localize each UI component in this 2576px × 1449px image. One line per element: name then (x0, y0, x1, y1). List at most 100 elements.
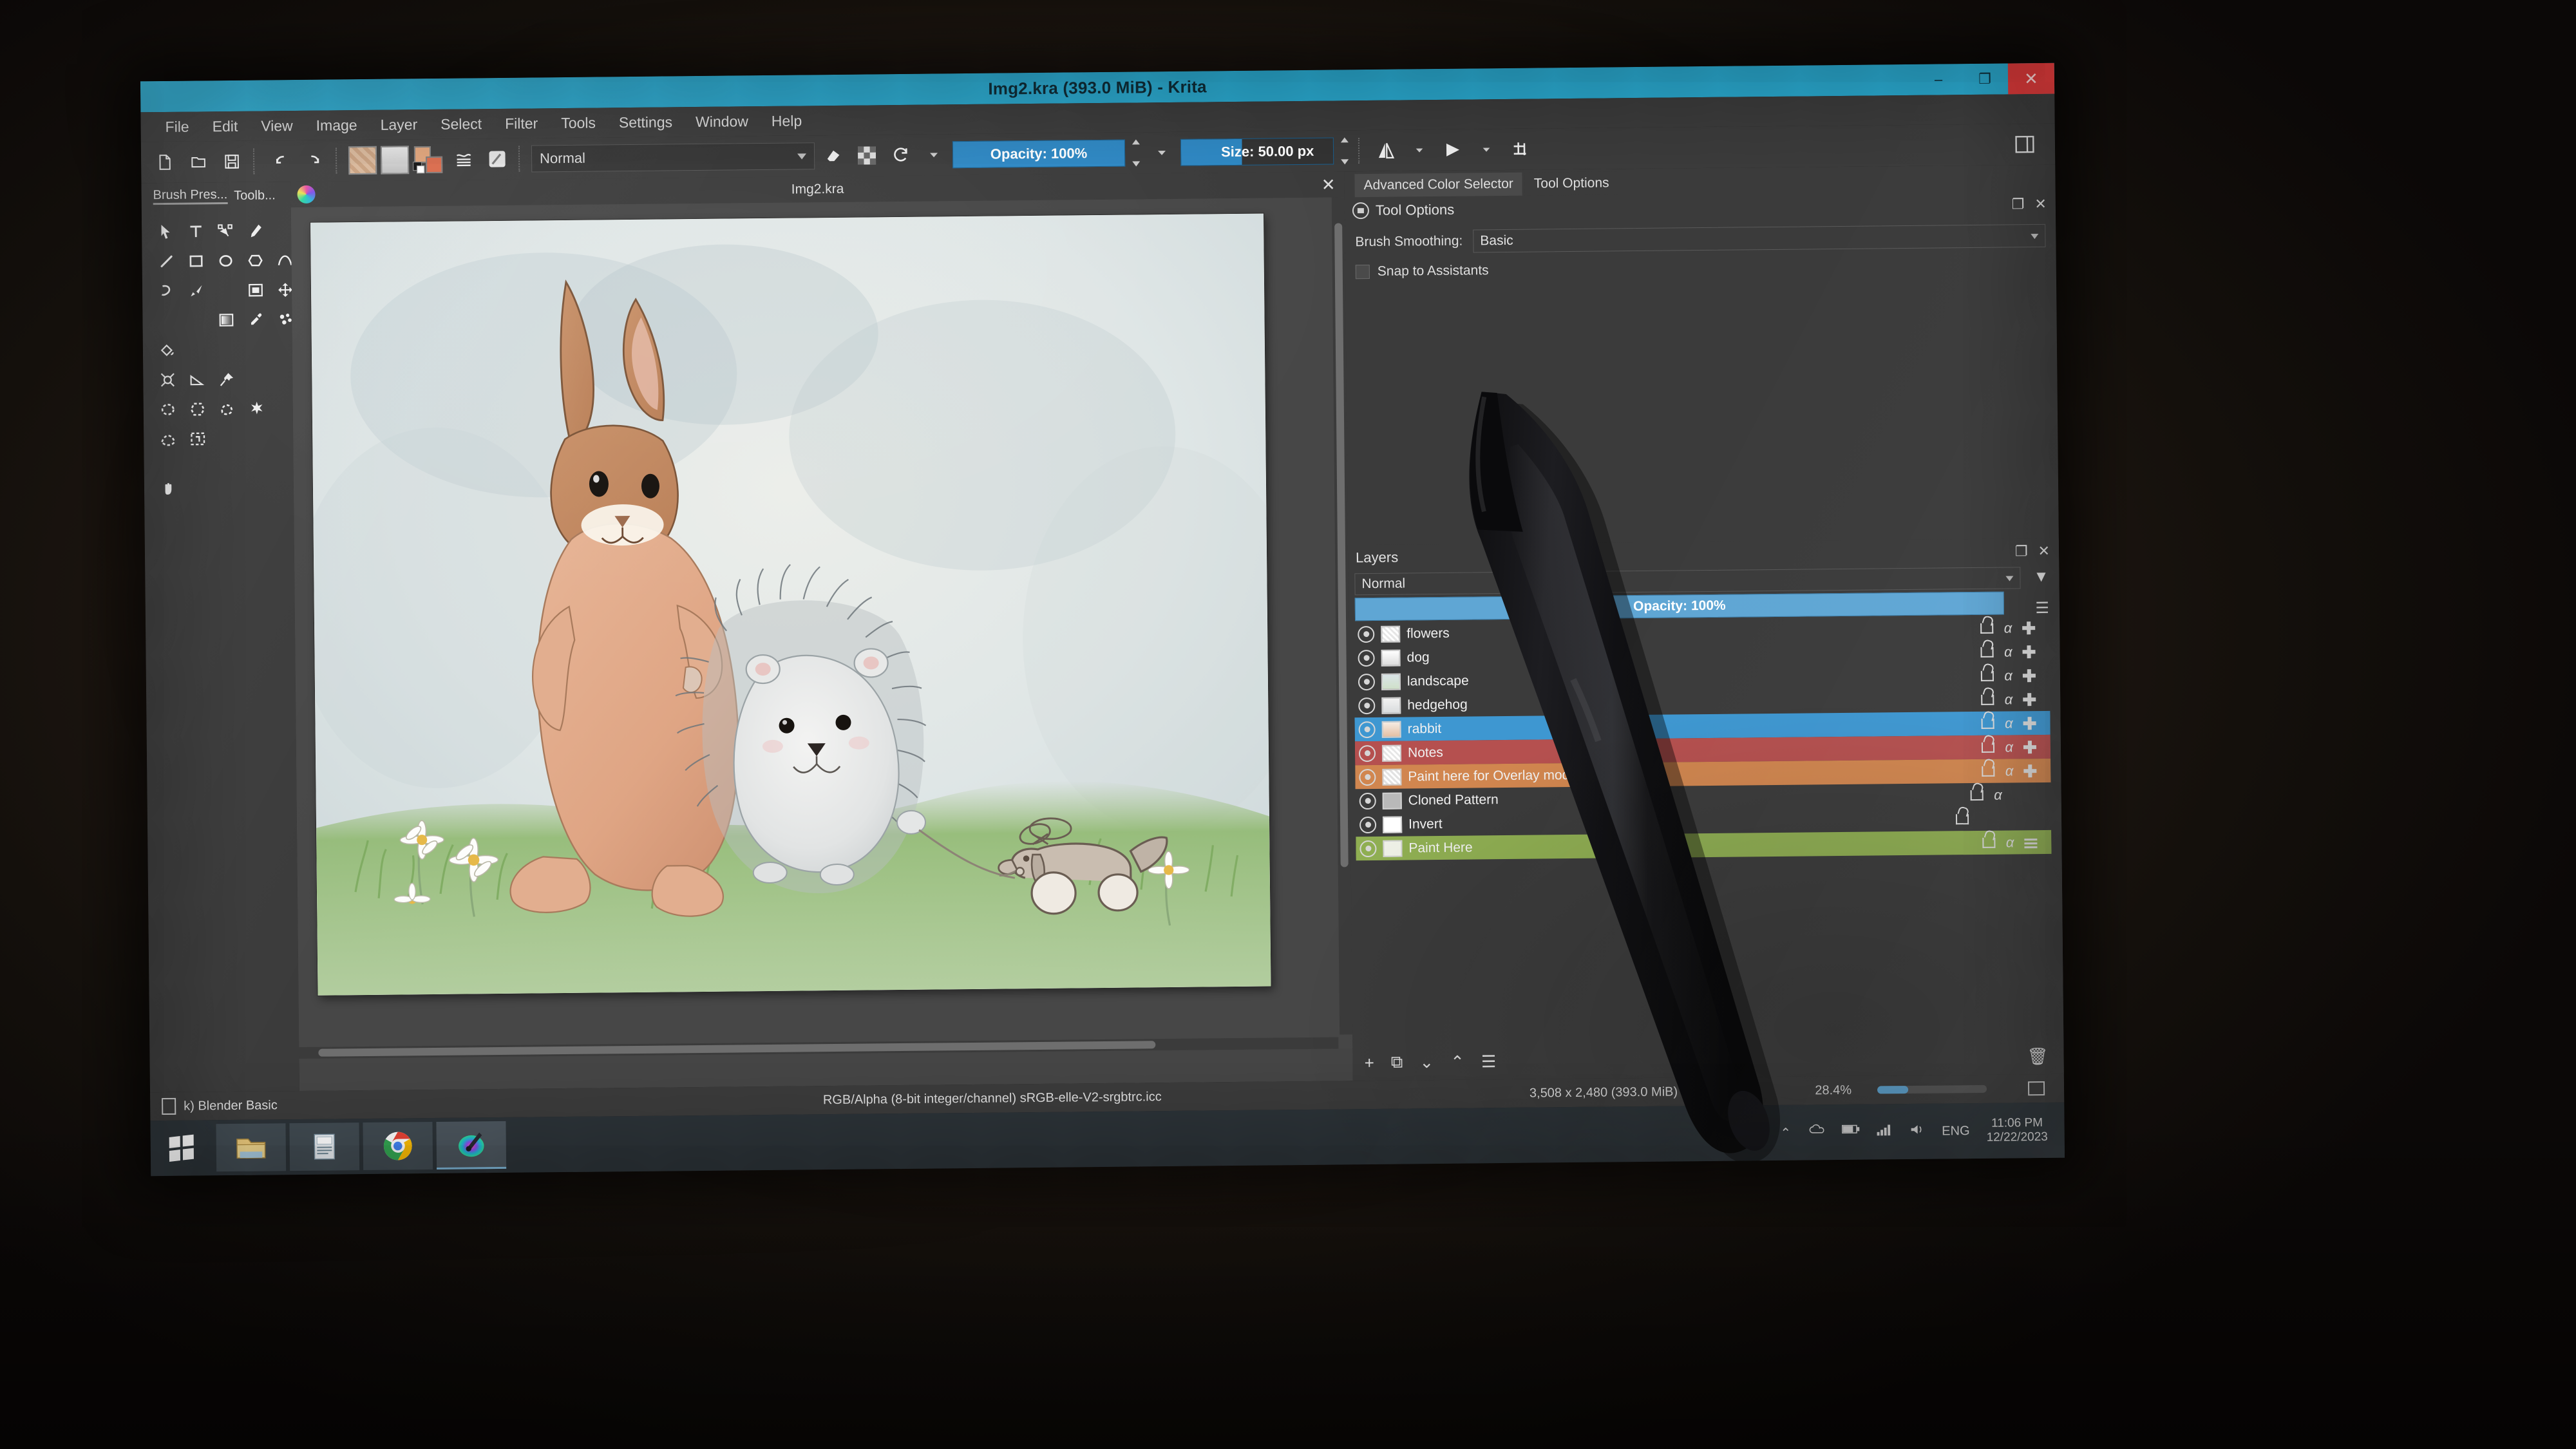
tab-toolbox[interactable]: Toolb... (234, 188, 276, 204)
alpha-lock-icon[interactable]: α (2005, 691, 2013, 708)
edit-shapes-tool[interactable] (213, 218, 238, 244)
menu-settings[interactable]: Settings (607, 111, 684, 134)
fit-to-screen-icon[interactable] (2027, 1081, 2045, 1096)
windows-start-icon[interactable] (150, 1120, 213, 1176)
magnetic-select-tool[interactable] (185, 426, 211, 451)
opacity-spinner[interactable] (1129, 139, 1143, 167)
mirror-horizontal-icon[interactable] (1371, 136, 1401, 166)
layer-visibility-toggle[interactable] (1358, 744, 1376, 762)
float-panel-icon-layers[interactable]: ❐ (2015, 543, 2028, 560)
ellipse-tool[interactable] (213, 248, 238, 274)
layer-style-icon[interactable] (2024, 835, 2038, 849)
layer-visibility-toggle[interactable] (1359, 792, 1376, 810)
brush-presets-icon[interactable] (449, 144, 478, 174)
layer-visibility-toggle[interactable] (1358, 625, 1375, 643)
menu-help[interactable]: Help (760, 109, 814, 133)
move-layer-up-icon[interactable]: ⌃ (1450, 1052, 1464, 1072)
alpha-lock-icon[interactable]: α (2004, 643, 2012, 660)
fill-tool[interactable] (155, 337, 180, 363)
menu-image[interactable]: Image (305, 113, 369, 137)
edit-brush-settings-icon[interactable] (482, 144, 512, 174)
sticky-notes-icon[interactable] (289, 1122, 360, 1171)
show-hidden-icons-icon[interactable]: ▲ (1718, 1126, 1730, 1141)
layer-style-icon[interactable] (2022, 621, 2036, 634)
layer-style-icon[interactable] (2022, 668, 2036, 682)
filter-funnel-icon[interactable]: ▼ (2034, 568, 2049, 586)
close-panel-icon-layers[interactable]: ✕ (2038, 543, 2050, 560)
duplicate-layer-icon[interactable]: ⧉ (1391, 1052, 1403, 1073)
preserve-alpha-icon[interactable] (852, 140, 882, 170)
mirror-vertical-icon[interactable] (1438, 135, 1468, 165)
delete-layer-icon[interactable]: 🗑 (2027, 1046, 2048, 1066)
save-disk-icon[interactable] (217, 147, 247, 176)
layer-visibility-toggle[interactable] (1358, 697, 1376, 714)
transform-tool[interactable] (243, 277, 269, 303)
pattern-swatch[interactable] (348, 146, 377, 175)
lock-docker-icon[interactable] (1352, 202, 1370, 220)
freehand-select-tool[interactable] (214, 396, 240, 422)
layer-name[interactable]: Cloned Pattern (1408, 792, 1499, 808)
assistant-tool[interactable] (155, 367, 180, 393)
layer-visibility-toggle[interactable] (1359, 816, 1377, 833)
layer-style-icon[interactable] (2023, 716, 2036, 730)
add-layer-icon[interactable]: + (1364, 1052, 1374, 1072)
gradient-swatch[interactable] (380, 146, 410, 175)
float-panel-icon[interactable]: ❐ (2012, 196, 2025, 213)
lock-icon[interactable] (1955, 813, 1969, 824)
menu-tools[interactable]: Tools (549, 111, 607, 135)
bezier-select-tool[interactable] (155, 426, 181, 452)
alpha-lock-icon[interactable]: α (2005, 762, 2014, 779)
tab-tool-options[interactable]: Tool Options (1524, 171, 1618, 196)
lock-icon[interactable] (1980, 647, 1994, 658)
menu-filter[interactable]: Filter (493, 112, 549, 135)
polygonal-select-tool[interactable] (185, 396, 211, 422)
brush-smoothing-combo[interactable]: Basic (1473, 223, 2046, 253)
document-paper[interactable] (310, 213, 1271, 996)
tray-time[interactable]: 11:06 PM (1986, 1116, 2047, 1131)
layer-visibility-toggle[interactable] (1358, 673, 1376, 690)
alpha-lock-icon[interactable]: α (2004, 667, 2012, 684)
menu-window[interactable]: Window (684, 110, 760, 133)
onedrive-icon[interactable] (1808, 1124, 1824, 1141)
layer-name[interactable]: Paint Here (1408, 840, 1472, 856)
alpha-lock-icon[interactable]: α (2006, 834, 2014, 851)
lock-icon[interactable] (1971, 790, 1984, 800)
line-tool[interactable] (153, 249, 179, 274)
size-slider[interactable]: Size: 50.00 px (1180, 137, 1334, 166)
layer-visibility-toggle[interactable] (1358, 649, 1375, 667)
measure-tool[interactable] (184, 366, 210, 392)
alpha-lock-icon[interactable]: α (2005, 739, 2013, 755)
canvas-close-icon[interactable]: ✕ (1321, 175, 1336, 194)
battery-icon[interactable] (1841, 1124, 1859, 1141)
tray-date[interactable]: 12/22/2023 (1987, 1130, 2048, 1145)
open-folder-icon[interactable] (184, 147, 213, 176)
canvas-tab-title[interactable]: Img2.kra (791, 182, 844, 198)
krita-icon[interactable] (436, 1121, 507, 1170)
selection-mask-icon[interactable] (162, 1097, 176, 1115)
lock-icon[interactable] (1982, 742, 1995, 753)
workspace-chooser-icon[interactable] (2010, 129, 2040, 159)
color-sampler-tool[interactable] (243, 307, 269, 332)
chevron-up-icon[interactable]: ⌃ (1780, 1124, 1791, 1141)
menu-select[interactable]: Select (429, 113, 493, 136)
chevron-down-icon-3[interactable] (1405, 135, 1434, 165)
layer-style-icon[interactable] (2023, 692, 2036, 706)
alpha-lock-icon[interactable]: α (2004, 620, 2012, 636)
reload-preset-icon[interactable] (886, 140, 915, 170)
layer-visibility-toggle[interactable] (1359, 768, 1376, 786)
layer-name[interactable]: rabbit (1408, 721, 1442, 737)
lock-icon[interactable] (1982, 837, 1996, 848)
opacity-slider[interactable]: Opacity: 100% (952, 139, 1126, 169)
select-shapes-tool[interactable] (153, 219, 179, 245)
size-spinner[interactable] (1338, 137, 1352, 165)
restore-button[interactable]: ❐ (1962, 63, 2008, 95)
layer-visibility-toggle[interactable] (1358, 721, 1376, 738)
undo-icon[interactable] (266, 146, 296, 176)
lock-icon[interactable] (1980, 623, 1994, 634)
alpha-lock-icon[interactable]: α (2005, 715, 2013, 732)
layer-blend-mode-combo[interactable]: Normal (1354, 567, 2021, 596)
polygon-tool[interactable] (242, 247, 268, 273)
zoom-slider[interactable] (1877, 1084, 1987, 1094)
touch-keyboard-icon[interactable] (1747, 1124, 1766, 1141)
layer-name[interactable]: Invert (1408, 816, 1443, 832)
